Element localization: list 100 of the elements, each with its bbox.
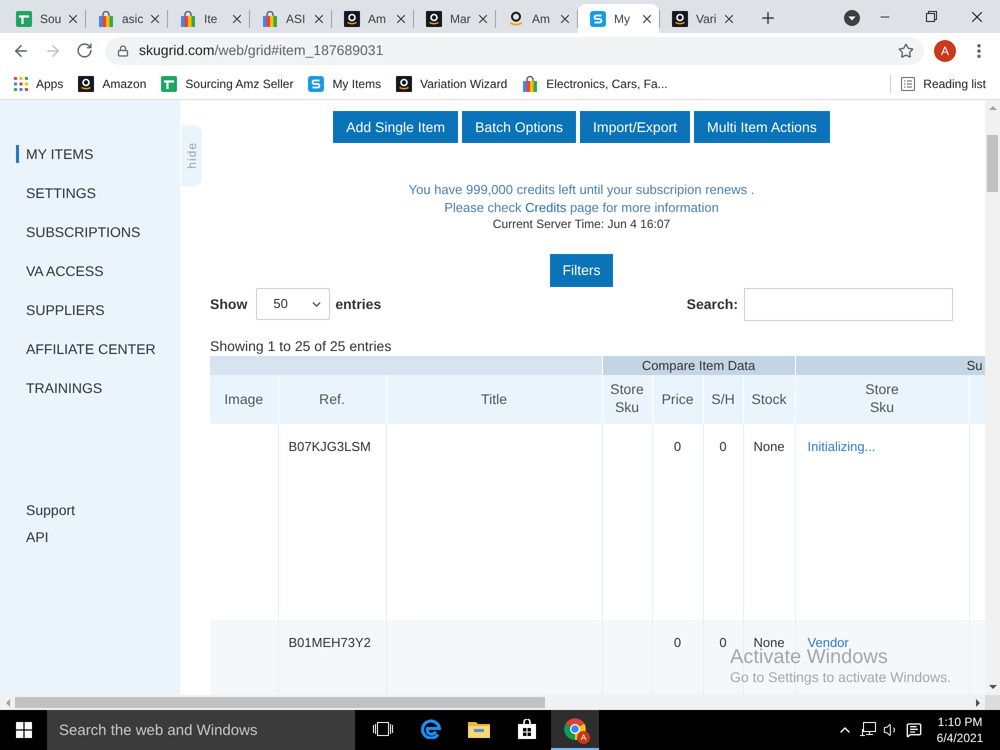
sidebar-item[interactable]: AFFILIATE CENTER: [16, 340, 156, 358]
column-header[interactable]: S/H: [711, 390, 735, 408]
vertical-scrollbar[interactable]: [985, 100, 1000, 695]
browser-tab[interactable]: Mar: [414, 4, 495, 33]
browser-tab[interactable]: ASI: [250, 4, 331, 33]
browser-tab[interactable]: Vari: [660, 4, 741, 33]
account-badge: A: [577, 731, 590, 744]
task-view-icon: [373, 722, 393, 736]
browser-tab[interactable]: asic: [86, 4, 167, 33]
smile-logo-icon: [426, 10, 442, 26]
column-header[interactable]: Image: [224, 390, 264, 408]
taskbar-app-button[interactable]: A: [551, 710, 599, 750]
apps-grid-icon: [14, 76, 28, 90]
sidebar-item[interactable]: SUBSCRIPTIONS: [16, 223, 140, 241]
sheet-grid-icon: [16, 10, 32, 26]
credits-link[interactable]: Credits: [525, 200, 566, 214]
window-panes-icon: [16, 722, 32, 738]
sidebar-link[interactable]: API: [26, 528, 49, 546]
smile-logo-icon: [672, 10, 688, 26]
dropdown-circle-icon[interactable]: [844, 10, 860, 26]
table-info: Showing 1 to 25 of 25 entries: [210, 338, 392, 354]
bookmark-item[interactable]: Apps: [14, 74, 64, 92]
action-button[interactable]: Import/Export: [580, 111, 690, 143]
scrollbar-thumb[interactable]: [987, 135, 998, 192]
scroll-down-icon[interactable]: [988, 685, 996, 689]
browser-tab[interactable]: My: [578, 4, 659, 33]
shopping-bag-icon: [522, 76, 538, 92]
shopping-bag-icon: [262, 10, 278, 26]
column-group-header: Compare Item Data: [602, 356, 796, 375]
network-icon[interactable]: [860, 722, 876, 738]
profile-avatar[interactable]: A: [934, 40, 956, 62]
sidebar-item[interactable]: SETTINGS: [16, 184, 96, 202]
star-icon[interactable]: [898, 42, 914, 58]
table-cell: 0: [674, 635, 682, 650]
address-bar[interactable]: skugrid.com/web/grid#item_187689031: [105, 36, 924, 64]
table-cell: B01MEH73Y2: [288, 635, 371, 650]
column-header[interactable]: Store Sku: [865, 380, 899, 416]
entries-select[interactable]: 50: [256, 288, 330, 320]
credits-notice: You have 999,000 credits left until your subscripion renews .: [408, 181, 754, 198]
sheet-grid-icon: [161, 76, 178, 92]
action-button[interactable]: Add Single Item: [333, 111, 458, 143]
entries-label: entries: [335, 294, 382, 314]
browser-tab[interactable]: Am: [496, 4, 577, 33]
browser-tab[interactable]: Ite: [168, 4, 249, 33]
sidebar-item[interactable]: SUPPLIERS: [16, 301, 105, 319]
bookmark-item[interactable]: Amazon: [78, 74, 146, 92]
credits-page-notice: Please check Credits page for more information: [444, 198, 719, 216]
reading-list-button[interactable]: Reading list: [901, 74, 986, 92]
column-group-header: Su: [795, 356, 985, 375]
taskbar-search-field[interactable]: Search the web and Windows: [47, 710, 355, 750]
bookmark-item[interactable]: Electronics, Cars, Fa...: [522, 74, 668, 92]
scroll-right-icon[interactable]: [976, 698, 980, 706]
sidebar-item[interactable]: TRAININGS: [16, 379, 102, 397]
logo-tile-icon: [590, 10, 606, 26]
clock-time: 1:10 PM: [938, 714, 982, 730]
table-cell: 0: [719, 439, 727, 454]
sidebar-item[interactable]: VA ACCESS: [16, 262, 104, 280]
search-field[interactable]: [744, 288, 953, 320]
bookmark-item[interactable]: Sourcing Amz Seller: [161, 74, 294, 92]
sidebar-link[interactable]: Support: [26, 501, 76, 519]
action-button[interactable]: Batch Options: [462, 111, 576, 143]
table-link[interactable]: Initializing...: [808, 439, 876, 454]
show-label: Show: [210, 294, 248, 314]
bookmark-item[interactable]: My Items: [308, 74, 382, 92]
activation-notice-text: Go to Settings to activate Windows.: [730, 668, 951, 686]
column-header[interactable]: Ref.: [319, 390, 345, 408]
sidebar-item[interactable]: MY ITEMS: [16, 145, 94, 163]
smile-logo-icon: [396, 76, 412, 92]
server-time: Current Server Time: Jun 4 16:07: [492, 216, 670, 233]
table-cell: 0: [674, 439, 682, 454]
logo-tile-icon: [308, 76, 324, 92]
url-text: skugrid.com/web/grid#item_187689031: [139, 41, 384, 60]
notification-icon[interactable]: [906, 722, 922, 738]
browser-tab[interactable]: Sou: [4, 4, 85, 33]
smile-logo-icon: [78, 76, 94, 92]
restore-icon[interactable]: [926, 11, 936, 22]
folder-icon: [468, 720, 490, 738]
shopping-bag-icon: [518, 719, 536, 739]
table-cell: None: [753, 439, 785, 454]
reload-icon[interactable]: [76, 42, 93, 59]
column-header[interactable]: Title: [481, 390, 507, 408]
clock-date: 6/4/2021: [936, 730, 984, 746]
bookmark-item[interactable]: Variation Wizard: [396, 74, 508, 92]
smile-logo-icon: [508, 10, 524, 26]
horizontal-scrollbar[interactable]: [0, 695, 985, 710]
column-header[interactable]: Price: [662, 390, 694, 408]
scrollbar-thumb[interactable]: [15, 697, 545, 708]
search-label: Search:: [686, 294, 738, 314]
table-cell: B07KJG3LSM: [288, 439, 371, 454]
smile-logo-icon: [344, 10, 360, 26]
list-icon: [901, 76, 916, 90]
column-header[interactable]: Store Sku: [610, 380, 644, 416]
filters-button[interactable]: Filters: [550, 254, 613, 286]
column-header[interactable]: Stock: [752, 390, 787, 408]
action-button[interactable]: Multi Item Actions: [694, 111, 830, 143]
swirl-logo-icon: [421, 719, 441, 739]
browser-tab[interactable]: Am: [332, 4, 413, 33]
lock-icon: [117, 44, 129, 56]
scrollbar-corner: [985, 695, 1000, 710]
shopping-bag-icon: [98, 10, 114, 26]
